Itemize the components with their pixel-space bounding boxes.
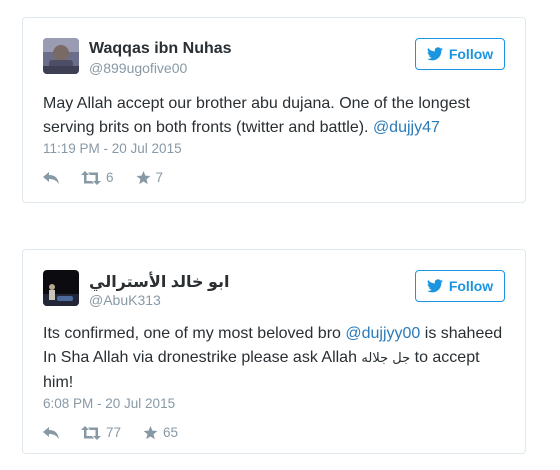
follow-label: Follow bbox=[448, 278, 494, 294]
reply-icon bbox=[43, 171, 59, 184]
retweet-button[interactable]: 6 bbox=[81, 170, 114, 185]
star-icon bbox=[143, 425, 158, 439]
display-name[interactable]: ابو خالد الأسترالي bbox=[89, 272, 230, 292]
tweet-text: May Allah accept our brother abu dujana.… bbox=[43, 92, 507, 140]
user-handle[interactable]: @AbuK313 bbox=[89, 292, 161, 308]
twitter-bird-icon bbox=[426, 47, 443, 61]
like-button[interactable]: 65 bbox=[143, 425, 178, 440]
mention-link[interactable]: @dujjyy00 bbox=[345, 325, 420, 342]
tweet-text-body: Its confirmed, one of my most beloved br… bbox=[43, 325, 346, 342]
tweet-actions: 6 7 bbox=[43, 170, 185, 185]
like-count: 65 bbox=[163, 425, 179, 440]
tweet-text: Its confirmed, one of my most beloved br… bbox=[43, 322, 507, 395]
reply-button[interactable] bbox=[43, 171, 59, 184]
retweet-icon bbox=[81, 170, 101, 185]
avatar[interactable] bbox=[43, 38, 79, 74]
avatar-image bbox=[43, 38, 79, 74]
tweet-card: Waqqas ibn Nuhas @899ugofive00 Follow Ma… bbox=[22, 17, 526, 203]
reply-button[interactable] bbox=[43, 426, 59, 439]
avatar[interactable] bbox=[43, 270, 79, 306]
avatar-image bbox=[43, 270, 79, 306]
like-count: 7 bbox=[155, 170, 164, 185]
arabic-phrase: جل جلاله bbox=[361, 351, 411, 366]
follow-button[interactable]: Follow bbox=[415, 38, 505, 70]
tweet-actions: 77 65 bbox=[43, 425, 200, 440]
star-icon bbox=[136, 170, 150, 184]
mention-link[interactable]: @dujjy47 bbox=[373, 119, 440, 136]
retweet-count: 6 bbox=[106, 170, 114, 185]
follow-button[interactable]: Follow bbox=[415, 270, 505, 302]
retweet-button[interactable]: 77 bbox=[81, 425, 121, 440]
reply-icon bbox=[43, 426, 59, 439]
display-name[interactable]: Waqqas ibn Nuhas bbox=[89, 40, 232, 58]
tweet-timestamp[interactable]: 11:19 PM - 20 Jul 2015 bbox=[43, 141, 182, 156]
tweet-card: ابو خالد الأسترالي @AbuK313 Follow Its c… bbox=[22, 249, 526, 454]
user-handle[interactable]: @899ugofive00 bbox=[89, 60, 187, 76]
like-button[interactable]: 7 bbox=[136, 170, 164, 185]
twitter-bird-icon bbox=[426, 279, 443, 293]
retweet-icon bbox=[81, 425, 101, 440]
retweet-count: 77 bbox=[106, 425, 122, 440]
tweet-timestamp[interactable]: 6:08 PM - 20 Jul 2015 bbox=[43, 396, 175, 411]
follow-label: Follow bbox=[448, 46, 494, 62]
